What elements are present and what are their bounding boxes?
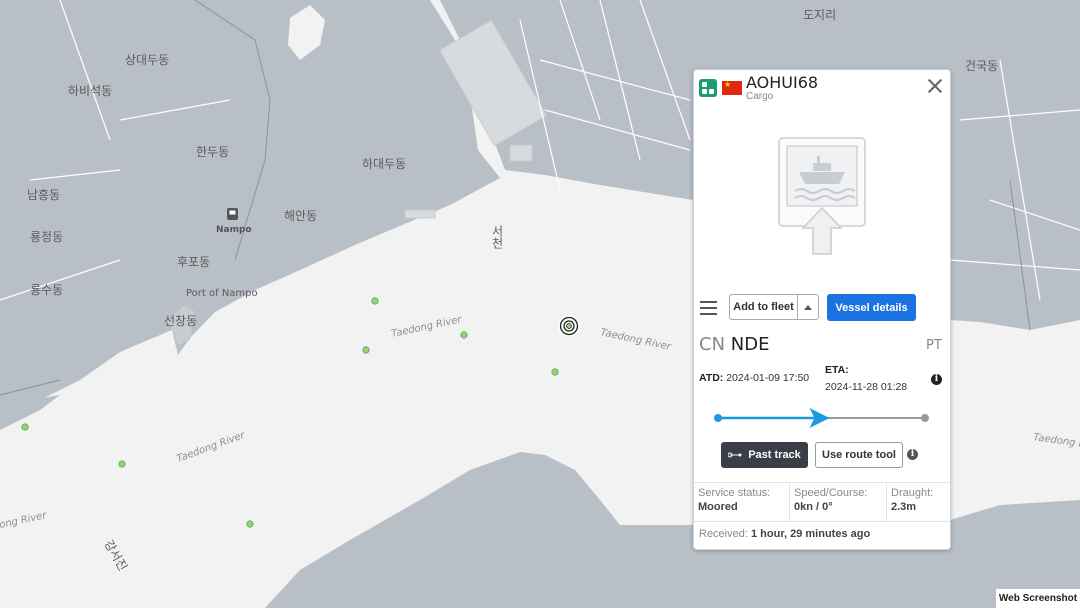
add-to-fleet-button[interactable]: Add to fleet	[729, 294, 798, 320]
origin-country: CN	[699, 334, 726, 355]
origin-dot	[714, 414, 722, 422]
close-icon[interactable]	[926, 77, 944, 95]
atd: ATD: 2024-01-09 17:50	[699, 372, 809, 384]
past-track-label: Past track	[748, 449, 801, 461]
track-icon	[728, 452, 742, 458]
speed-course: Speed/Course: 0kn / 0°	[790, 483, 887, 521]
place-label-ryongjeong: 룡정동	[30, 230, 63, 244]
eta-value: 2024-11-28 01:28	[825, 381, 908, 393]
received-label: Received:	[699, 528, 748, 540]
stat-value: 2.3m	[891, 501, 917, 513]
vessel-type-icon	[699, 79, 717, 97]
stat-label: Draught:	[891, 487, 934, 499]
vessel-marker[interactable]	[118, 460, 126, 468]
atd-value: 2024-01-09 17:50	[726, 372, 810, 384]
place-label-sangdaedu: 상대두동	[125, 53, 169, 67]
vessel-marker[interactable]	[551, 368, 559, 376]
place-label-namheung: 남흥동	[27, 188, 60, 202]
vessel-marker[interactable]	[246, 520, 254, 528]
vessel-marker[interactable]	[362, 346, 370, 354]
received-value: 1 hour, 29 minutes ago	[750, 528, 871, 540]
watermark: Web Screenshot	[996, 589, 1080, 608]
stat-label: Speed/Course:	[794, 487, 868, 499]
destination-port: PT	[926, 338, 942, 353]
stat-label: Service status:	[698, 487, 771, 499]
vessel-stats: Service status: Moored Speed/Course: 0kn…	[694, 482, 950, 522]
info-icon[interactable]: i	[907, 449, 918, 460]
voyage-progress-bar	[714, 408, 929, 428]
vessel-photo-placeholder-icon	[778, 137, 866, 255]
place-label-hupo: 후포동	[177, 255, 210, 269]
place-label-seonchang: 선창동	[164, 314, 197, 328]
vessel-info-panel: ★ AOHUI68 Cargo Add to fleet Vessel deta…	[693, 69, 951, 550]
stat-value: 0kn / 0°	[794, 501, 833, 513]
menu-icon[interactable]	[700, 301, 717, 315]
place-label-nampo: Nampo	[216, 225, 252, 235]
atd-label: ATD:	[699, 372, 724, 384]
selected-vessel-marker[interactable]	[558, 315, 580, 337]
vessel-name: AOHUI68	[746, 73, 819, 92]
service-status: Service status: Moored	[694, 483, 790, 521]
destination-dot	[921, 414, 929, 422]
fleet-dropdown-button[interactable]	[798, 294, 819, 320]
vessel-type: Cargo	[746, 91, 774, 102]
place-label-haean: 해안동	[284, 209, 317, 223]
eta-label: ETA:	[825, 364, 849, 376]
vessel-marker[interactable]	[460, 331, 468, 339]
origin-port: CN NDE	[699, 334, 769, 355]
china-flag-icon: ★	[722, 81, 742, 95]
train-station-icon	[227, 208, 238, 220]
use-route-tool-button[interactable]: Use route tool	[815, 442, 903, 468]
info-icon[interactable]: i	[931, 374, 942, 385]
draught: Draught: 2.3m	[887, 483, 950, 521]
vessel-marker[interactable]	[21, 423, 29, 431]
place-label-ryongsu: 룡수동	[30, 283, 63, 297]
received-time: Received: 1 hour, 29 minutes ago	[699, 528, 870, 540]
vessel-marker[interactable]	[371, 297, 379, 305]
origin-port-code: NDE	[730, 334, 770, 355]
place-label-hadaedu: 하대두동	[362, 157, 406, 171]
place-label-habiseok: 하비석동	[68, 84, 112, 98]
past-track-button[interactable]: Past track	[721, 442, 808, 468]
place-label-dojiri: 도지리	[803, 8, 836, 22]
stat-value: Moored	[698, 501, 738, 513]
vessel-details-button[interactable]: Vessel details	[827, 294, 916, 321]
place-label-seocheon: 서천	[490, 225, 504, 249]
place-label-handu: 한두동	[196, 145, 229, 159]
place-label-geonguk: 건국동	[965, 59, 998, 73]
place-label-port: Port of Nampo	[186, 288, 258, 299]
